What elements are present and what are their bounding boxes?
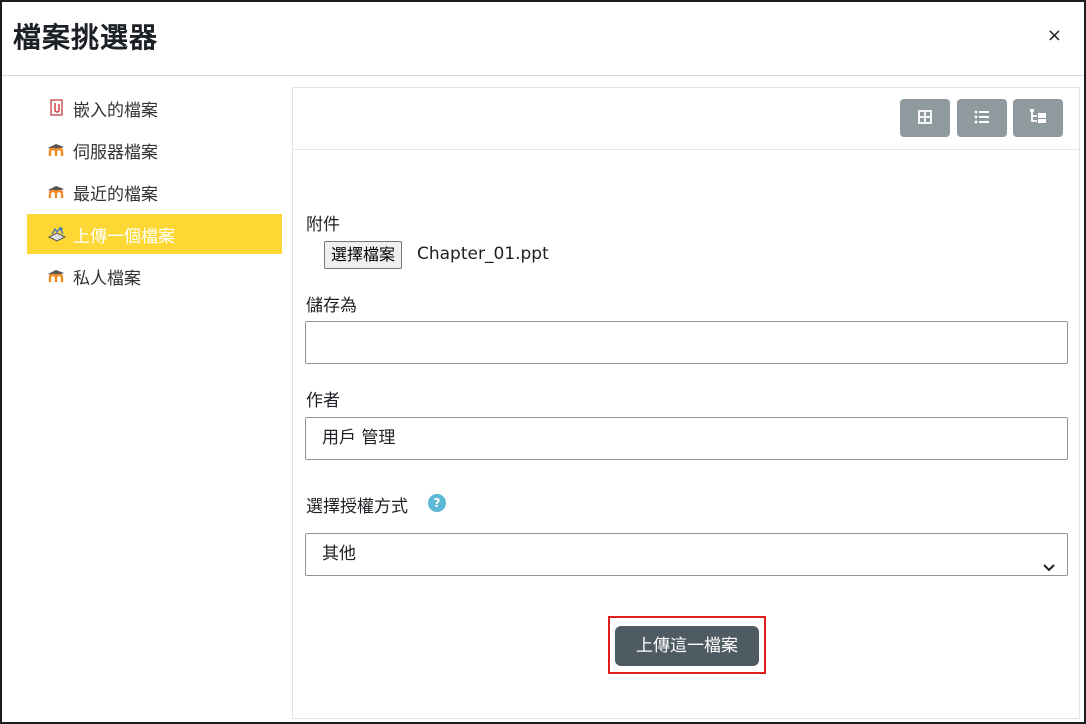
sidebar-item-recent-files[interactable]: 最近的檔案: [27, 172, 282, 212]
sidebar-item-embedded-files[interactable]: 嵌入的檔案: [27, 88, 282, 128]
sidebar-item-label: 上傳一個檔案: [73, 226, 175, 247]
file-picker-dialog: 檔案挑選器 × 嵌入的檔案 伺服器檔案 最近的檔案 上傳一個檔案 私人檔案 附件…: [0, 0, 1086, 724]
sidebar-item-label: 嵌入的檔案: [73, 100, 158, 121]
license-label: 選擇授權方式: [306, 497, 408, 517]
moodle-icon: [47, 141, 67, 159]
selected-file-name: Chapter_01.ppt: [417, 244, 549, 264]
upload-panel: 附件 選擇檔案 Chapter_01.ppt 儲存為 作者 用戶 管理 選擇授權…: [292, 87, 1080, 719]
tree-view-button[interactable]: [1013, 99, 1063, 137]
upload-icon: [47, 225, 67, 243]
author-label: 作者: [306, 391, 340, 411]
upload-this-file-button[interactable]: 上傳這一檔案: [615, 626, 759, 666]
save-as-label: 儲存為: [306, 296, 357, 316]
license-selected-value: 其他: [322, 544, 356, 564]
repository-sidebar: 嵌入的檔案 伺服器檔案 最近的檔案 上傳一個檔案 私人檔案: [27, 88, 282, 298]
embedded-file-icon: [47, 99, 67, 117]
author-input[interactable]: 用戶 管理: [305, 417, 1068, 460]
sidebar-item-label: 伺服器檔案: [73, 142, 158, 163]
list-view-icon: [974, 109, 990, 128]
save-as-input[interactable]: [305, 321, 1068, 364]
sidebar-item-server-files[interactable]: 伺服器檔案: [27, 130, 282, 170]
list-view-button[interactable]: [957, 99, 1007, 137]
close-icon[interactable]: ×: [1047, 26, 1062, 46]
license-select[interactable]: 其他: [305, 533, 1068, 576]
sidebar-item-private-files[interactable]: 私人檔案: [27, 256, 282, 296]
sidebar-item-label: 最近的檔案: [73, 184, 158, 205]
help-icon[interactable]: ?: [428, 494, 446, 512]
dialog-title: 檔案挑選器: [13, 21, 159, 54]
choose-file-button[interactable]: 選擇檔案: [324, 241, 403, 269]
attachment-label: 附件: [306, 215, 340, 235]
view-toolbar: [293, 88, 1079, 150]
moodle-icon: [47, 183, 67, 201]
sidebar-item-upload-file[interactable]: 上傳一個檔案: [27, 214, 282, 254]
moodle-icon: [47, 267, 67, 285]
tree-view-icon: [1029, 108, 1047, 128]
grid-view-icon: [918, 109, 932, 128]
sidebar-item-label: 私人檔案: [73, 268, 141, 289]
dialog-header: 檔案挑選器 ×: [2, 2, 1084, 76]
chevron-down-icon: [1043, 548, 1055, 589]
grid-view-button[interactable]: [900, 99, 950, 137]
